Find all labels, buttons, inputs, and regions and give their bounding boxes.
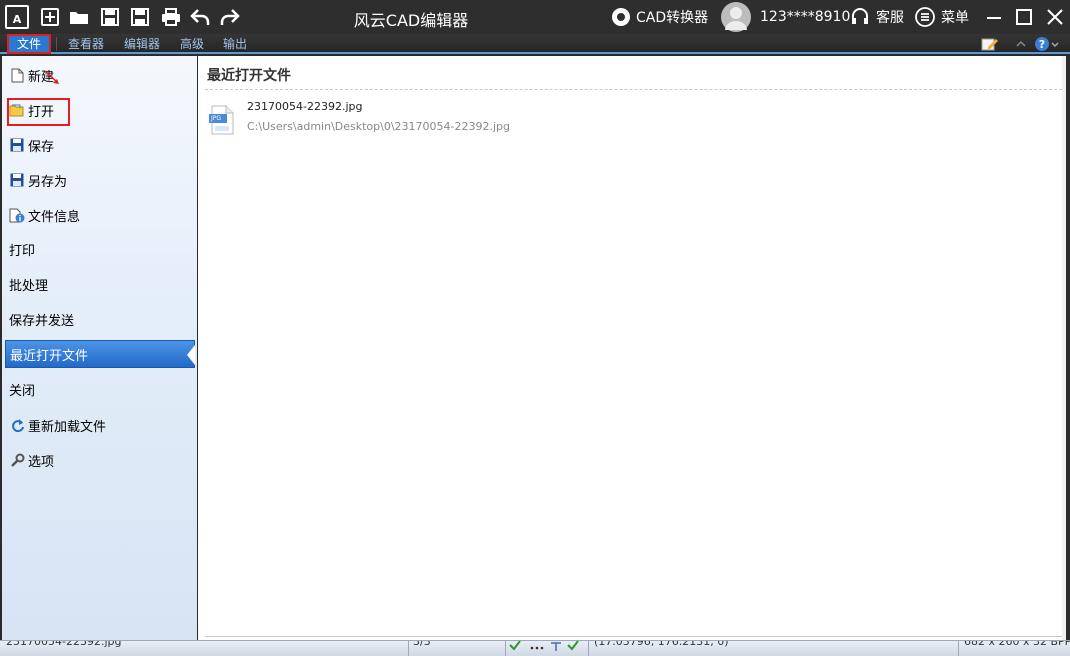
status-file-name: 23170054-22392.jpg [6, 640, 122, 648]
panel-title: 最近打开文件 [207, 68, 291, 84]
sidebar-item-recent[interactable]: 最近打开文件 [5, 340, 195, 368]
sidebar-item-save[interactable]: 保存 [5, 131, 195, 159]
sidebar-item-label: 关闭 [9, 383, 36, 399]
avatar [721, 2, 751, 32]
status-divider [588, 641, 589, 656]
status-divider [958, 641, 959, 656]
save-pdf-icon[interactable] [129, 6, 151, 28]
status-image-info: 682 x 260 x 32 BPP [964, 640, 1070, 648]
user-phone: 123****8910 [760, 9, 851, 25]
customer-service-label: 客服 [876, 10, 904, 26]
sidebar-item-label: 另存为 [28, 174, 68, 190]
sidebar-item-label: 选项 [28, 454, 55, 470]
headset-icon [852, 8, 868, 24]
reload-icon [9, 417, 25, 433]
sidebar-item-label: 保存 [28, 139, 55, 155]
sidebar-item-options[interactable]: 选项 [5, 446, 195, 474]
cad-converter-button[interactable]: CAD转换器 [611, 0, 708, 34]
tab-advanced[interactable]: 高级 [180, 35, 204, 53]
highlight-open-box [7, 98, 70, 126]
status-tool-icons[interactable] [508, 640, 588, 653]
ribbon-divider [56, 37, 57, 51]
sidebar-item-label: 重新加载文件 [28, 419, 107, 435]
undo-icon[interactable] [189, 6, 211, 28]
sidebar-item-label: 打印 [9, 243, 36, 259]
minimize-icon [987, 17, 1001, 19]
save-icon [9, 137, 25, 153]
red-arrow-icon [44, 70, 59, 84]
status-divider [505, 641, 506, 656]
ribbon-tabs: 文件 查看器 编辑器 高级 输出 ? [0, 34, 1070, 54]
recent-file-item[interactable]: JPG 23170054-22392.jpg C:\Users\admin\De… [208, 98, 608, 138]
minimize-button[interactable] [985, 0, 1003, 34]
selection-notch [187, 345, 195, 365]
sidebar-item-label: 批处理 [9, 278, 49, 294]
menu-label: 菜单 [941, 10, 969, 26]
sidebar-item-reload[interactable]: 重新加载文件 [5, 411, 195, 439]
sidebar-item-save-send[interactable]: 保存并发送 [5, 305, 195, 333]
panel-bottom-divider [205, 636, 1062, 637]
tab-file[interactable]: 文件 [7, 34, 51, 54]
tab-output[interactable]: 输出 [223, 35, 247, 53]
sidebar-item-new[interactable]: 新建 [5, 61, 195, 89]
window-title: 风云CAD编辑器 [353, 11, 469, 30]
svg-text:?: ? [1039, 38, 1045, 51]
app-logo-icon: A [5, 5, 29, 29]
close-icon [1047, 9, 1063, 25]
ribbon-collapse-icon[interactable] [1015, 35, 1027, 53]
sidebar-item-label: 最近打开文件 [10, 348, 89, 364]
new-file-icon [9, 67, 25, 83]
new-icon[interactable] [39, 6, 61, 28]
status-bar: 23170054-22392.jpg 3/3 (17.03796, 176.21… [0, 640, 1070, 656]
cad-converter-label: CAD转换器 [636, 10, 709, 26]
file-sidebar: 新建 打开 保存 另存为 文件信息 打印 批处理 保存并发送 最近打开文件 关闭… [2, 56, 197, 640]
sidebar-item-label: 文件信息 [28, 209, 81, 225]
sidebar-item-print[interactable]: 打印 [5, 235, 195, 263]
recent-file-name: 23170054-22392.jpg [247, 100, 363, 113]
panel-right-edge [1062, 56, 1066, 640]
tab-editor[interactable]: 编辑器 [124, 35, 160, 53]
title-divider [205, 89, 1062, 90]
ribbon-edit-icon[interactable] [981, 35, 999, 53]
redo-icon[interactable] [219, 6, 241, 28]
maximize-icon [1016, 9, 1032, 25]
recent-file-path: C:\Users\admin\Desktop\0\23170054-22392.… [247, 120, 511, 133]
maximize-button[interactable] [1015, 0, 1033, 34]
status-page: 3/3 [413, 640, 431, 648]
recent-files-panel: 最近打开文件 JPG 23170054-22392.jpg C:\Users\a… [198, 56, 1066, 640]
converter-icon [612, 8, 630, 26]
sidebar-item-batch[interactable]: 批处理 [5, 270, 195, 298]
customer-service-button[interactable]: 客服 [850, 0, 904, 34]
user-account[interactable]: 123****8910 [720, 0, 850, 34]
print-icon[interactable] [160, 6, 182, 28]
sidebar-item-label: 保存并发送 [9, 313, 75, 329]
title-bar: A 风云CAD编辑器 CAD转换器 123****8910 客服 菜单 [0, 0, 1070, 34]
file-icon-text: JPG [211, 115, 222, 122]
menu-icon [915, 7, 935, 27]
close-window-button[interactable] [1046, 0, 1064, 34]
save-icon[interactable] [99, 6, 121, 28]
wrench-icon [9, 452, 25, 468]
sidebar-item-save-as[interactable]: 另存为 [5, 166, 195, 194]
save-as-icon [9, 172, 25, 188]
tab-viewer[interactable]: 查看器 [68, 35, 104, 53]
status-coordinates: (17.03796, 176.2131, 0) [594, 640, 729, 648]
file-info-icon [9, 207, 25, 223]
open-folder-icon[interactable] [68, 6, 90, 28]
status-divider [408, 641, 409, 656]
menu-button[interactable]: 菜单 [915, 0, 969, 34]
sidebar-item-file-info[interactable]: 文件信息 [5, 201, 195, 229]
help-icon[interactable]: ? [1034, 35, 1062, 53]
app-window: A 风云CAD编辑器 CAD转换器 123****8910 客服 菜单 文件 查… [0, 0, 1070, 656]
sidebar-item-close[interactable]: 关闭 [5, 375, 195, 403]
